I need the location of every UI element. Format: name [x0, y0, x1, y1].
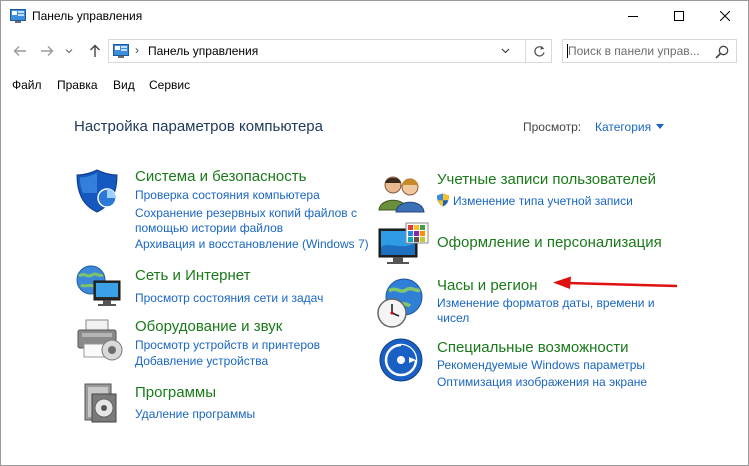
view-by-label: Просмотр:	[523, 120, 582, 134]
link-devices-printers[interactable]: Просмотр устройств и принтеров	[135, 337, 320, 353]
search-input[interactable]	[568, 43, 708, 59]
forward-button[interactable]	[37, 41, 57, 61]
chevron-down-icon	[65, 49, 73, 54]
minimize-icon	[628, 16, 638, 17]
maximize-icon	[674, 11, 684, 21]
chevron-down-icon[interactable]	[656, 124, 664, 129]
link-check-computer-status[interactable]: Проверка состояния компьютера	[135, 187, 320, 203]
category-ease-of-access[interactable]: Специальные возможности	[437, 339, 629, 356]
breadcrumb-separator[interactable]: ›	[135, 43, 139, 57]
link-change-date-time-formats[interactable]: Изменение форматов даты, времени и	[437, 295, 655, 311]
address-bar[interactable]: › Панель управления	[108, 39, 552, 63]
breadcrumb[interactable]: Панель управления	[148, 44, 258, 58]
category-appearance-personalization[interactable]: Оформление и персонализация	[437, 234, 662, 251]
close-button[interactable]	[702, 1, 748, 31]
recent-locations-button[interactable]	[63, 41, 75, 61]
link-add-device[interactable]: Добавление устройства	[135, 353, 268, 369]
link-change-date-time-formats-cont[interactable]: чисел	[437, 310, 469, 326]
clock-globe-icon[interactable]	[376, 277, 432, 333]
content-area: Настройка параметров компьютера Просмотр…	[1, 97, 748, 465]
shield-icon[interactable]	[74, 168, 130, 224]
refresh-button[interactable]	[525, 40, 552, 62]
users-icon[interactable]	[376, 170, 432, 226]
chevron-down-icon	[501, 48, 509, 54]
link-view-network-status[interactable]: Просмотр состояния сети и задач	[135, 290, 323, 306]
category-system-security[interactable]: Система и безопасность	[135, 168, 306, 185]
minimize-button[interactable]	[610, 1, 656, 31]
accessibility-icon[interactable]	[378, 337, 434, 393]
refresh-icon	[533, 45, 545, 57]
menu-tools[interactable]: Сервис	[149, 78, 190, 92]
up-arrow-icon	[90, 44, 100, 57]
link-optimize-display[interactable]: Оптимизация изображения на экране	[437, 374, 647, 390]
page-title: Настройка параметров компьютера	[74, 118, 323, 135]
view-by-dropdown[interactable]: Категория	[595, 120, 651, 134]
search-icon[interactable]	[713, 43, 731, 61]
address-dropdown-button[interactable]	[495, 40, 515, 62]
category-clock-region[interactable]: Часы и регион	[437, 277, 538, 294]
programs-disc-icon[interactable]	[79, 380, 135, 436]
window-title: Панель управления	[32, 9, 143, 23]
uac-shield-icon	[436, 193, 450, 207]
menu-bar: Файл Правка Вид Сервис	[1, 71, 748, 97]
printer-icon[interactable]	[74, 317, 130, 373]
link-backup-restore-win7[interactable]: Архивация и восстановление (Windows 7)	[135, 236, 369, 252]
close-icon	[720, 11, 730, 21]
link-change-account-type[interactable]: Изменение типа учетной записи	[453, 193, 633, 209]
back-button[interactable]	[10, 41, 30, 61]
link-file-history-backup-cont[interactable]: помощью истории файлов	[135, 220, 283, 236]
link-recommended-settings[interactable]: Рекомендуемые Windows параметры	[437, 357, 645, 373]
category-network-internet[interactable]: Сеть и Интернет	[135, 267, 251, 284]
control-panel-icon	[113, 44, 129, 58]
maximize-button[interactable]	[656, 1, 702, 31]
link-uninstall-program[interactable]: Удаление программы	[135, 406, 255, 422]
network-globe-icon[interactable]	[74, 263, 130, 319]
category-hardware-sound[interactable]: Оборудование и звук	[135, 318, 282, 335]
forward-arrow-icon	[41, 46, 54, 56]
display-palette-icon[interactable]	[376, 221, 432, 277]
control-panel-window: Панель управления › Панель управления По…	[0, 0, 749, 466]
up-button[interactable]	[85, 41, 105, 61]
menu-edit[interactable]: Правка	[57, 78, 98, 92]
navigation-bar: › Панель управления	[1, 32, 748, 70]
back-arrow-icon	[13, 46, 26, 56]
category-programs[interactable]: Программы	[135, 384, 216, 401]
category-user-accounts[interactable]: Учетные записи пользователей	[437, 171, 656, 188]
title-bar: Панель управления	[1, 1, 748, 32]
link-file-history-backup[interactable]: Сохранение резервных копий файлов с	[135, 205, 357, 221]
menu-file[interactable]: Файл	[12, 78, 42, 92]
menu-view[interactable]: Вид	[113, 78, 135, 92]
search-box[interactable]	[562, 39, 737, 63]
control-panel-icon	[10, 9, 26, 23]
annotation-arrow-icon	[553, 276, 678, 289]
